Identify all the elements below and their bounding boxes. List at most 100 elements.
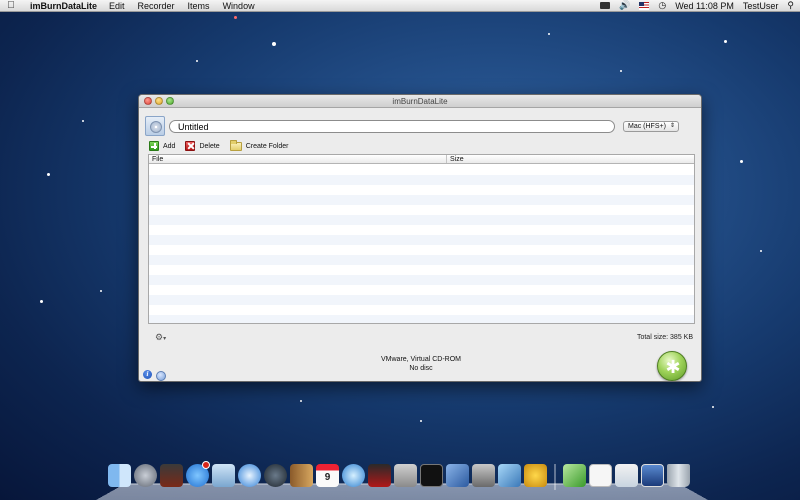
- menu-items[interactable]: Items: [188, 1, 210, 11]
- star: [548, 33, 550, 35]
- column-header-size[interactable]: Size: [447, 155, 694, 163]
- trash-icon[interactable]: [667, 464, 690, 487]
- time-machine-icon[interactable]: ◷: [658, 0, 666, 11]
- star: [300, 400, 302, 402]
- star: [100, 290, 102, 292]
- delete-label: Delete: [199, 142, 220, 150]
- gear-icon: ⚙: [155, 332, 164, 342]
- table-row: [149, 255, 694, 265]
- table-row: [149, 175, 694, 185]
- safari-icon[interactable]: [238, 464, 261, 487]
- spotlight-icon[interactable]: ⚲: [787, 0, 794, 11]
- device-status: No disc: [409, 365, 433, 372]
- dock-separator: [554, 464, 556, 490]
- photo-icon[interactable]: [368, 464, 391, 487]
- app-store-badge: [202, 461, 210, 469]
- user-menu[interactable]: TestUser: [743, 1, 779, 11]
- flag-icon[interactable]: [639, 1, 650, 10]
- chevron-down-icon: ▾: [163, 336, 167, 342]
- mail-icon[interactable]: [212, 464, 235, 487]
- select-arrows-icon: ⇕: [669, 123, 675, 129]
- installer-icon[interactable]: [472, 464, 495, 487]
- add-button[interactable]: Add: [149, 141, 175, 151]
- action-menu-button[interactable]: ⚙▾: [155, 332, 166, 343]
- filesystem-value: Mac (HFS+): [628, 123, 666, 130]
- star: [272, 42, 276, 46]
- table-row: [149, 265, 694, 275]
- star: [740, 160, 743, 163]
- address-book-icon[interactable]: [290, 464, 313, 487]
- app-menu[interactable]: imBurnDataLite: [30, 1, 97, 11]
- facetime-icon[interactable]: [264, 464, 287, 487]
- app-store-icon[interactable]: [186, 461, 210, 487]
- photo-booth-icon[interactable]: [160, 464, 183, 487]
- table-row: [149, 305, 694, 315]
- app-window: imBurnDataLite Mac (HFS+) ⇕ Add Delete C…: [138, 94, 702, 382]
- zoom-button[interactable]: [166, 97, 174, 105]
- toolbar: Add Delete Create Folder: [149, 139, 299, 152]
- dock: 9: [108, 461, 690, 492]
- star: [47, 173, 50, 176]
- star: [40, 300, 43, 303]
- delete-button[interactable]: Delete: [185, 141, 220, 151]
- star: [420, 420, 422, 422]
- display-icon[interactable]: [600, 2, 611, 9]
- star: [760, 250, 762, 252]
- menu-edit[interactable]: Edit: [109, 1, 125, 11]
- file-table[interactable]: File Size: [148, 154, 695, 324]
- script-editor-icon[interactable]: [563, 464, 586, 487]
- calendar-day: 9: [324, 472, 331, 483]
- column-header-file[interactable]: File: [149, 155, 447, 163]
- table-row: [149, 195, 694, 205]
- menu-bar:  imBurnDataLite Edit Recorder Items Win…: [0, 0, 800, 12]
- delete-icon: [185, 141, 196, 151]
- burn-button[interactable]: [657, 351, 688, 381]
- star: [724, 40, 727, 43]
- volume-icon[interactable]: 🔊: [619, 0, 630, 11]
- window-controls: [144, 97, 174, 105]
- total-size: Total size: 385 KB: [636, 334, 693, 341]
- ical-icon[interactable]: 9: [316, 464, 339, 487]
- device-info-icon[interactable]: [156, 371, 166, 381]
- table-row: [149, 315, 694, 323]
- close-button[interactable]: [144, 97, 152, 105]
- folder-icon: [229, 139, 242, 151]
- disc-name-input[interactable]: [169, 120, 615, 133]
- device-name: VMware, Virtual CD-ROM: [381, 356, 461, 363]
- star: [82, 120, 84, 122]
- clock[interactable]: Wed 11:08 PM: [675, 1, 734, 11]
- table-row: [149, 295, 694, 305]
- disc-name-row: Mac (HFS+) ⇕: [145, 116, 697, 138]
- minimize-button[interactable]: [155, 97, 163, 105]
- device-info: VMware, Virtual CD-ROM No disc: [139, 355, 701, 373]
- table-header: File Size: [149, 155, 694, 164]
- star: [620, 70, 622, 72]
- launchpad-icon[interactable]: [134, 464, 157, 487]
- menu-recorder[interactable]: Recorder: [138, 1, 175, 11]
- burn-icon[interactable]: [524, 464, 547, 487]
- document-icon[interactable]: [589, 464, 612, 487]
- add-label: Add: [163, 142, 176, 150]
- add-icon: [149, 141, 159, 151]
- menu-window[interactable]: Window: [223, 1, 255, 11]
- status-area: 🔊 ◷ Wed 11:08 PM TestUser ⚲: [600, 0, 800, 11]
- itunes-icon[interactable]: [342, 464, 365, 487]
- preview-icon[interactable]: [394, 464, 417, 487]
- table-row: [149, 165, 694, 175]
- desktop-icon[interactable]: [641, 464, 664, 487]
- activity-monitor-icon[interactable]: [498, 464, 521, 487]
- star: [196, 60, 198, 62]
- filesystem-select[interactable]: Mac (HFS+) ⇕: [623, 121, 679, 132]
- finder-icon[interactable]: [108, 464, 131, 487]
- apple-menu-icon[interactable]: : [0, 0, 22, 11]
- create-folder-button[interactable]: Create Folder: [229, 139, 289, 151]
- table-body[interactable]: [149, 165, 694, 323]
- disc-icon[interactable]: [145, 116, 165, 136]
- xcode-icon[interactable]: [446, 464, 469, 487]
- table-row: [149, 205, 694, 215]
- table-row: [149, 245, 694, 255]
- title-bar[interactable]: imBurnDataLite: [139, 95, 701, 108]
- info-icon[interactable]: i: [143, 370, 152, 379]
- folder-icon[interactable]: [615, 464, 638, 487]
- terminal-icon[interactable]: [420, 464, 443, 487]
